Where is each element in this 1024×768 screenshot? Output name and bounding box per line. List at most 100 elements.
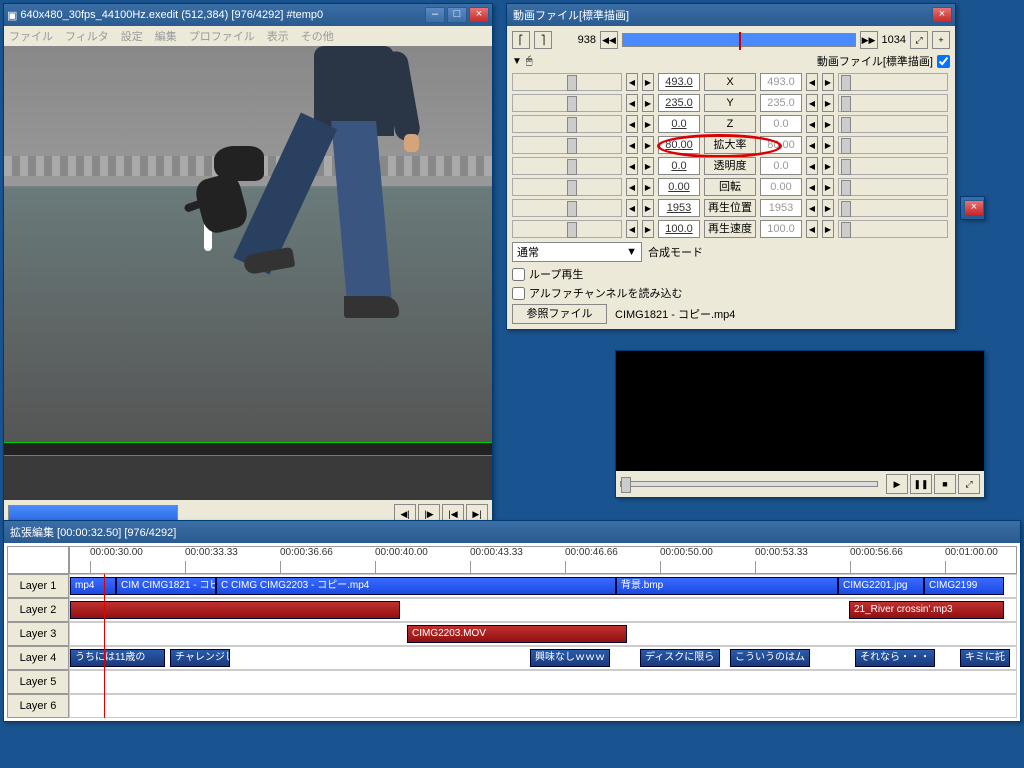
slider-right[interactable] xyxy=(838,199,948,217)
stop-button[interactable]: ■ xyxy=(934,474,956,494)
slider-right[interactable] xyxy=(838,73,948,91)
frame-prev[interactable]: ◀◀ xyxy=(600,31,618,49)
clip[interactable]: C CIMG CIMG2203 - コピー.mp4 xyxy=(216,577,616,595)
stray-close[interactable]: × xyxy=(964,200,984,216)
value-left[interactable]: 0.0 xyxy=(658,115,700,133)
dec-right[interactable]: ◀ xyxy=(806,73,818,91)
expand-button[interactable]: ⤢ xyxy=(910,31,928,49)
prop-close-button[interactable]: × xyxy=(932,7,952,23)
clip[interactable]: CIMG2199 xyxy=(924,577,1004,595)
play-button[interactable]: ▶ xyxy=(886,474,908,494)
collapse-icon[interactable]: ▼ xyxy=(512,56,522,67)
menu-other[interactable]: その他 xyxy=(301,28,334,44)
layer-name[interactable]: Layer 4 xyxy=(7,646,69,670)
value-left[interactable]: 235.0 xyxy=(658,94,700,112)
inc-left[interactable]: ▶ xyxy=(642,178,654,196)
player2-slider[interactable] xyxy=(620,481,878,487)
clip[interactable]: 背景.bmp xyxy=(616,577,838,595)
add-button[interactable]: + xyxy=(932,31,950,49)
pause-button[interactable]: ❚❚ xyxy=(910,474,932,494)
menu-settings[interactable]: 設定 xyxy=(121,28,143,44)
dec-right[interactable]: ◀ xyxy=(806,115,818,133)
value-right[interactable]: 0.00 xyxy=(760,178,802,196)
slider-right[interactable] xyxy=(838,220,948,238)
slider-right[interactable] xyxy=(838,94,948,112)
value-left[interactable]: 493.0 xyxy=(658,73,700,91)
menu-view[interactable]: 表示 xyxy=(267,28,289,44)
frame-slider[interactable] xyxy=(622,33,856,47)
clip[interactable]: 興味なしｗｗｗ xyxy=(530,649,610,667)
value-right[interactable]: 100.0 xyxy=(760,220,802,238)
slider-left[interactable] xyxy=(512,220,622,238)
timeline-titlebar[interactable]: 拡張編集 [00:00:32.50] [976/4292] xyxy=(4,521,1020,543)
dec-right[interactable]: ◀ xyxy=(806,220,818,238)
inc-right[interactable]: ▶ xyxy=(822,73,834,91)
clip[interactable] xyxy=(70,601,400,619)
prop-titlebar[interactable]: 動画ファイル[標準描画] × xyxy=(507,4,955,26)
layer-track[interactable]: CIMG2203.MOV xyxy=(69,622,1017,646)
playhead[interactable] xyxy=(104,574,105,718)
layer-track[interactable]: うちには11歳のチャレンジして興味なしｗｗｗディスクに限らこういうのはムそれなら… xyxy=(69,646,1017,670)
clip[interactable]: キミに託 xyxy=(960,649,1010,667)
dec-left[interactable]: ◀ xyxy=(626,199,638,217)
value-left[interactable]: 0.00 xyxy=(658,178,700,196)
slider-right[interactable] xyxy=(838,178,948,196)
clip[interactable]: こういうのはム xyxy=(730,649,810,667)
value-right[interactable]: 0.0 xyxy=(760,157,802,175)
clip[interactable]: うちには11歳の xyxy=(70,649,165,667)
dec-left[interactable]: ◀ xyxy=(626,73,638,91)
trim-start-button[interactable]: ⎡ xyxy=(512,31,530,49)
clip[interactable]: mp4 xyxy=(70,577,116,595)
param-label[interactable]: 透明度 xyxy=(704,157,756,175)
ref-file-button[interactable]: 参照ファイル xyxy=(512,304,607,324)
loop-checkbox[interactable] xyxy=(512,268,525,281)
slider-right[interactable] xyxy=(838,136,948,154)
blend-mode-select[interactable]: 通常 ▼ xyxy=(512,242,642,262)
inc-left[interactable]: ▶ xyxy=(642,115,654,133)
slider-left[interactable] xyxy=(512,73,622,91)
inc-right[interactable]: ▶ xyxy=(822,178,834,196)
dec-right[interactable]: ◀ xyxy=(806,178,818,196)
menu-filter[interactable]: フィルタ xyxy=(65,28,109,44)
layer-track[interactable]: mp4CIM CIMG1821 - コピC CIMG CIMG2203 - コピ… xyxy=(69,574,1017,598)
menu-profile[interactable]: プロファイル xyxy=(189,28,255,44)
menu-file[interactable]: ファイル xyxy=(9,28,53,44)
close-button[interactable]: × xyxy=(469,7,489,23)
slider-right[interactable] xyxy=(838,115,948,133)
inc-left[interactable]: ▶ xyxy=(642,220,654,238)
param-label[interactable]: 拡大率 xyxy=(704,136,756,154)
layer-name[interactable]: Layer 3 xyxy=(7,622,69,646)
inc-right[interactable]: ▶ xyxy=(822,199,834,217)
slider-left[interactable] xyxy=(512,157,622,175)
inc-left[interactable]: ▶ xyxy=(642,73,654,91)
value-right[interactable]: 1953 xyxy=(760,199,802,217)
video-frame[interactable] xyxy=(4,46,492,442)
value-right[interactable]: 0.0 xyxy=(760,115,802,133)
param-label[interactable]: Y xyxy=(704,94,756,112)
inc-left[interactable]: ▶ xyxy=(642,157,654,175)
clip[interactable]: チャレンジして xyxy=(170,649,230,667)
dec-right[interactable]: ◀ xyxy=(806,136,818,154)
preview-titlebar[interactable]: ▣ 640x480_30fps_44100Hz.exedit (512,384)… xyxy=(4,4,492,26)
param-label[interactable]: 回転 xyxy=(704,178,756,196)
inc-right[interactable]: ▶ xyxy=(822,136,834,154)
value-left[interactable]: 1953 xyxy=(658,199,700,217)
param-label[interactable]: 再生速度 xyxy=(704,220,756,238)
clip[interactable]: CIMG2203.MOV xyxy=(407,625,627,643)
inc-right[interactable]: ▶ xyxy=(822,115,834,133)
slider-left[interactable] xyxy=(512,115,622,133)
dec-left[interactable]: ◀ xyxy=(626,115,638,133)
value-left[interactable]: 100.0 xyxy=(658,220,700,238)
clip[interactable]: 21_River crossin'.mp3 xyxy=(849,601,1004,619)
dec-left[interactable]: ◀ xyxy=(626,157,638,175)
slider-left[interactable] xyxy=(512,199,622,217)
inc-left[interactable]: ▶ xyxy=(642,136,654,154)
frame-next[interactable]: ▶▶ xyxy=(860,31,878,49)
param-label[interactable]: 再生位置 xyxy=(704,199,756,217)
player2-display[interactable] xyxy=(616,351,984,471)
time-ruler[interactable]: 00:00:30.0000:00:33.3300:00:36.6600:00:4… xyxy=(69,546,1017,574)
inc-right[interactable]: ▶ xyxy=(822,157,834,175)
section-enable-checkbox[interactable] xyxy=(937,55,950,68)
value-left[interactable]: 80.00 xyxy=(658,136,700,154)
slider-left[interactable] xyxy=(512,94,622,112)
